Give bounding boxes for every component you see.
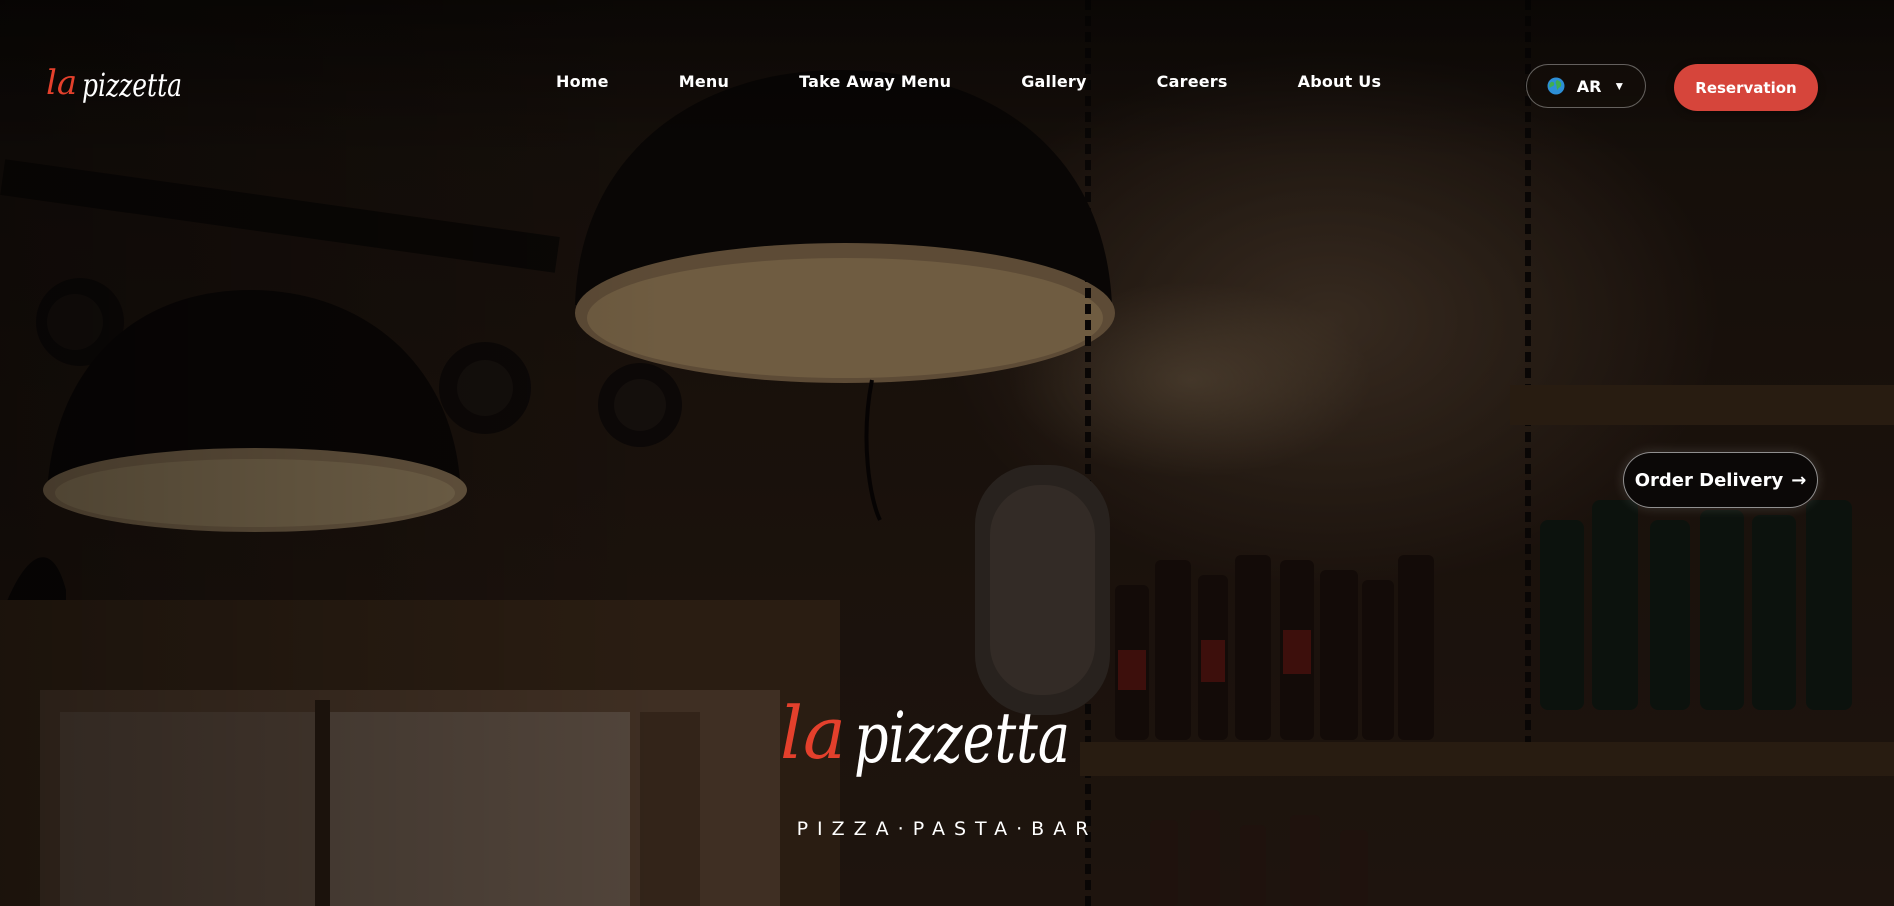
hero-logo: la pizzetta — [780, 691, 1070, 779]
arrow-right-icon: → — [1791, 469, 1807, 491]
hero-section: la pizzetta Home Menu Take Away Menu Gal… — [0, 0, 1894, 906]
nav-item-about-us[interactable]: About Us — [1298, 72, 1382, 91]
nav-item-careers[interactable]: Careers — [1157, 72, 1228, 91]
hero-logo-prefix: la — [780, 691, 846, 775]
tagline: PIZZA·PASTA·BAR — [796, 818, 1098, 840]
site-logo[interactable]: la pizzetta — [46, 54, 186, 118]
language-code: AR — [1576, 76, 1602, 96]
order-delivery-label: Order Delivery — [1634, 469, 1784, 491]
hero-logo-word: pizzetta — [854, 697, 1070, 779]
nav-item-take-away-menu[interactable]: Take Away Menu — [799, 72, 951, 91]
chevron-down-icon: ▼ — [1613, 79, 1626, 93]
globe-icon — [1547, 77, 1565, 95]
logo-word: pizzetta — [82, 66, 182, 104]
order-delivery-button[interactable]: Order Delivery → — [1623, 452, 1818, 508]
logo-prefix: la — [46, 63, 77, 103]
reservation-button[interactable]: Reservation — [1674, 64, 1818, 111]
language-selector[interactable]: AR ▼ — [1526, 64, 1646, 108]
main-navigation: Home Menu Take Away Menu Gallery Careers… — [556, 72, 1381, 91]
nav-item-home[interactable]: Home — [556, 72, 609, 91]
nav-item-menu[interactable]: Menu — [679, 72, 729, 91]
nav-item-gallery[interactable]: Gallery — [1021, 72, 1086, 91]
